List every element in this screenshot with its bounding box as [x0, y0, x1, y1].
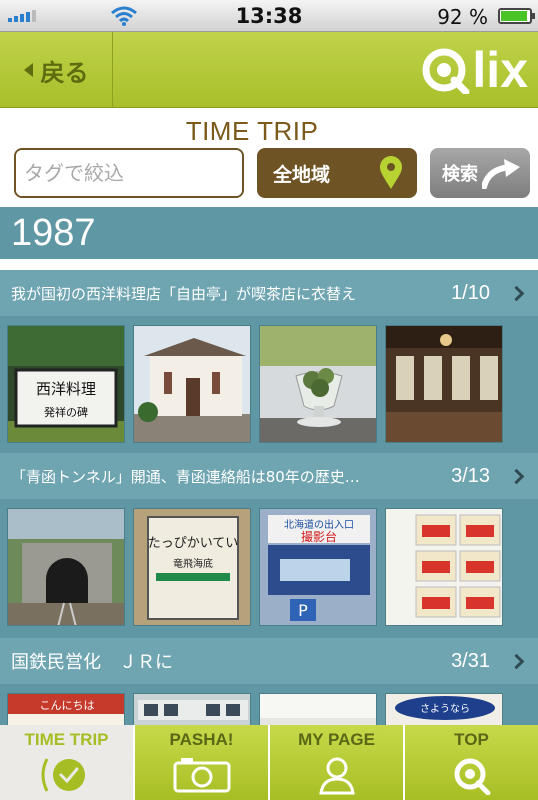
year-header: 1987 [0, 207, 538, 259]
topic-title: 我が国初の西洋料理店「自由亭」が喫茶店に衣替え [11, 284, 357, 303]
station-sign-text: 竜飛海底 [173, 557, 213, 570]
photo-thumbnail[interactable] [133, 693, 251, 725]
tab-bar: TIME TRIP PASHA! MY PAGE TOP [0, 725, 538, 800]
svg-text:P: P [298, 601, 308, 620]
photo-strip: たっぴかいてい 竜飛海底 北海道の出入口 撮影台 P [0, 503, 538, 631]
qlix-logo: lix [422, 42, 528, 98]
battery-icon [498, 8, 535, 24]
topic-row[interactable]: 我が国初の西洋料理店「自由亭」が喫茶店に衣替え 1/10 [0, 270, 538, 316]
photo-thumbnail[interactable] [385, 325, 503, 443]
arrow-forward-icon [482, 159, 520, 189]
nav-bar: 戻る lix [0, 32, 538, 108]
battery-percent: 92 % [437, 5, 488, 29]
chevron-right-icon [508, 285, 525, 301]
photo-thumbnail[interactable]: こんにちは [7, 693, 125, 725]
topic-row[interactable]: 「青函トンネル」開通、青函連絡船は80年の歴史… 3/13 [0, 453, 538, 499]
search-area: TIME TRIP # 全地域 検索 [0, 108, 538, 207]
topic-title: 「青函トンネル」開通、青函連絡船は80年の歴史… [11, 467, 360, 486]
tab-label: TIME TRIP [24, 730, 109, 749]
sign-text: 発祥の碑 [44, 405, 88, 419]
topic-list: 我が国初の西洋料理店「自由亭」が喫茶店に衣替え 1/10 西洋料理 発祥の碑 「… [0, 270, 538, 725]
chevron-right-icon [508, 653, 525, 669]
back-button[interactable]: 戻る [0, 32, 113, 108]
photo-thumbnail[interactable]: たっぴかいてい 竜飛海底 [133, 508, 251, 626]
photo-thumbnail[interactable] [259, 693, 377, 725]
tab-my-page[interactable]: MY PAGE [268, 725, 403, 800]
region-select-button[interactable]: 全地域 [257, 148, 417, 198]
tab-label: MY PAGE [298, 730, 375, 749]
camera-icon [173, 758, 230, 793]
qlix-logo-icon [454, 758, 490, 795]
photo-thumbnail[interactable] [133, 325, 251, 443]
clock-icon [41, 758, 85, 792]
tab-time-trip[interactable]: TIME TRIP [0, 725, 133, 800]
sign-text: こんにちは [40, 699, 95, 712]
photo-thumbnail[interactable] [259, 325, 377, 443]
photo-thumbnail[interactable] [7, 508, 125, 626]
search-button[interactable]: 検索 [430, 148, 530, 198]
tab-label: PASHA! [169, 730, 234, 749]
back-arrow-icon [23, 63, 33, 77]
region-label: 全地域 [273, 163, 331, 186]
tab-label: TOP [454, 730, 489, 749]
battery-fill [501, 11, 527, 21]
topic-count: 3/31 [451, 649, 490, 672]
logo-text: lix [472, 42, 528, 98]
photo-strip: こんにちは さようなら [0, 688, 538, 725]
chevron-right-icon [508, 468, 525, 484]
photo-thumbnail[interactable] [385, 508, 503, 626]
back-label: 戻る [40, 58, 89, 87]
sign-text: さようなら [420, 703, 470, 715]
search-label: 検索 [442, 164, 478, 185]
station-sign-text: たっぴかいてい [148, 536, 239, 551]
status-bar: 13:38 92 % [0, 0, 538, 32]
tab-pasha[interactable]: PASHA! [133, 725, 268, 800]
sign-text: 西洋料理 [36, 380, 96, 398]
topic-count: 1/10 [451, 281, 490, 304]
poster-text: 撮影台 [301, 529, 337, 544]
qlix-logo-icon [422, 48, 470, 94]
photo-thumbnail[interactable]: さようなら [385, 693, 503, 725]
tag-filter: # [14, 148, 244, 198]
map-pin-icon [380, 156, 402, 189]
person-icon [318, 757, 355, 795]
photo-thumbnail[interactable]: 北海道の出入口 撮影台 P [259, 508, 377, 626]
photo-strip: 西洋料理 発祥の碑 [0, 320, 538, 448]
topic-count: 3/13 [451, 464, 490, 487]
topic-title: 国鉄民営化 ＪＲに [11, 652, 173, 673]
page-title: TIME TRIP [185, 116, 319, 146]
tag-search-input[interactable] [16, 150, 242, 196]
topic-row[interactable]: 国鉄民営化 ＪＲに 3/31 [0, 638, 538, 684]
divider [0, 259, 538, 270]
tab-top[interactable]: TOP [403, 725, 538, 800]
photo-thumbnail[interactable]: 西洋料理 発祥の碑 [7, 325, 125, 443]
